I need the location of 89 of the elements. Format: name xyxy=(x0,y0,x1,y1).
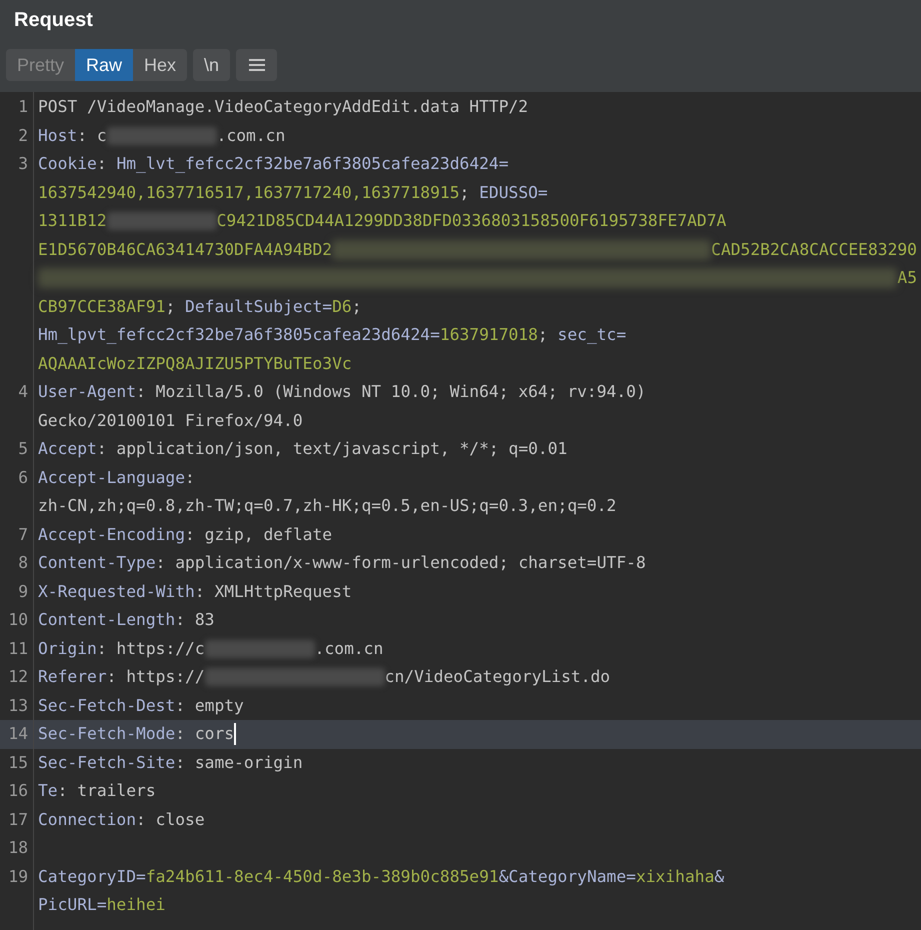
header-name: Connection xyxy=(38,808,136,831)
view-tab[interactable]: Raw xyxy=(75,49,134,81)
line-number: 11 xyxy=(8,638,28,658)
line-number: 1 xyxy=(18,97,28,116)
line-number: 18 xyxy=(8,838,28,857)
line-number: 13 xyxy=(8,696,28,714)
header-name: & xyxy=(714,866,724,888)
menu-icon xyxy=(248,59,265,71)
header-name: sec_tc= xyxy=(558,324,626,346)
param-value: A5 xyxy=(897,267,917,290)
header-name: User-Agent xyxy=(38,381,136,404)
code-text: .com.cn xyxy=(216,124,286,147)
line-number: 8 xyxy=(18,553,28,572)
line-number: 5 xyxy=(18,439,28,458)
header-name: Accept-Language xyxy=(38,466,186,489)
code-text: : application/json, text/javascript, */*; q=0.01 xyxy=(96,438,568,460)
line-number: 3 xyxy=(18,154,28,173)
code-text: : close xyxy=(136,808,205,831)
param-value: heihei xyxy=(106,894,166,916)
code-text: ; xyxy=(352,296,362,318)
param-value: CAD52B2CA8CACCEE83290 xyxy=(711,238,917,261)
code-text: : gzip, deflate xyxy=(185,524,332,546)
param-value: C9421D85CD44A1299DD38DFD0336803158500F6195738FE7AD7A xyxy=(216,210,726,232)
view-tab[interactable]: Hex xyxy=(133,49,188,81)
header-name: Cookie xyxy=(38,153,97,176)
menu-button[interactable] xyxy=(236,49,278,81)
param-value: 1637917018 xyxy=(440,324,538,346)
code-text: : Mozilla/5.0 (Windows NT 10.0; Win64; x64; rv:94.0) xyxy=(136,381,646,404)
code-text: ; xyxy=(165,296,176,318)
param-value: 1637542940,1637716517,1637717240,1637718915 xyxy=(38,182,460,204)
line-number: 17 xyxy=(8,810,28,828)
code-text: zh-CN,zh;q=0.8,zh-TW;q=0.7,zh-HK;q=0.5,en-US;q=0.3,en;q=0.2 xyxy=(38,495,616,518)
code-text: : https:// xyxy=(106,666,205,688)
header-name: Hm_lpvt_fefcc2cf32be7a6f3805cafea23d6424= xyxy=(38,324,440,346)
newline-toggle[interactable]: \n xyxy=(193,49,230,81)
line-number: 15 xyxy=(8,752,28,772)
header-name: Hm_lvt_fefcc2cf32be7a6f3805cafea23d6424= xyxy=(116,153,509,176)
header-name: Host xyxy=(38,124,78,147)
header-name: Origin xyxy=(38,638,97,660)
line-number: 9 xyxy=(18,582,28,600)
header-name: CategoryID= xyxy=(38,866,146,888)
header-name: Content-Type xyxy=(38,552,156,574)
panel-title: Request xyxy=(14,8,93,33)
line-number: 16 xyxy=(8,781,28,800)
header-name: Content-Length xyxy=(38,609,176,632)
header-name: PicURL= xyxy=(38,894,107,916)
code-text: ; xyxy=(538,324,549,346)
code-text: : cors xyxy=(175,723,234,746)
line-number: 19 xyxy=(8,866,28,886)
code-text: : XMLHttpRequest xyxy=(194,580,352,603)
header-name: Sec-Fetch-Site xyxy=(38,752,176,774)
code-text: : empty xyxy=(175,694,244,717)
line-number: 4 xyxy=(18,382,28,401)
line-number: 2 xyxy=(18,126,28,144)
header-name: X-Requested-With xyxy=(38,580,195,603)
line-number: 12 xyxy=(8,667,28,686)
code-text: ; xyxy=(460,182,470,204)
header-name: Accept-Encoding xyxy=(38,524,186,546)
header-name: Referer xyxy=(38,666,107,688)
code-text: .com.cn xyxy=(314,638,384,660)
param-value: xixihaha xyxy=(636,866,714,888)
code-text: : xyxy=(185,466,195,489)
header-name: &CategoryName= xyxy=(498,866,636,888)
header-name: EDUSSO= xyxy=(479,182,548,204)
code-text: : 83 xyxy=(175,609,214,632)
line-number: 6 xyxy=(18,468,28,486)
param-value: AQAAAIcWozIZPQ8AJIZU5PTYBuTEo3Vc xyxy=(38,352,352,375)
code-text: : c xyxy=(77,124,107,147)
line-number: 7 xyxy=(18,524,28,544)
code-text: : application/x-www-form-urlencoded; charset=UTF-8 xyxy=(156,552,646,574)
param-value: E1D5670B46CA63414730DFA4A94BD2 xyxy=(38,238,332,261)
header-name: DefaultSubject= xyxy=(185,296,332,318)
code-text: : trailers xyxy=(58,780,156,802)
header-name: Accept xyxy=(38,438,97,460)
param-value: fa24b611-8ec4-450d-8e3b-389b0c885e91 xyxy=(146,866,499,888)
code-text: : same-origin xyxy=(175,752,303,774)
line-number: 14 xyxy=(8,724,28,743)
param-value: CB97CCE38AF91 xyxy=(38,296,166,318)
code-text: cn/VideoCategoryList.do xyxy=(384,666,610,688)
param-value: D6 xyxy=(332,296,352,318)
header-name: Te xyxy=(38,780,58,802)
code-text: Gecko/20100101 Firefox/94.0 xyxy=(38,410,303,432)
code-text: : xyxy=(96,153,108,176)
line-number: 10 xyxy=(8,610,28,629)
code-text: POST /VideoManage.VideoCategoryAddEdit.data HTTP/2 xyxy=(38,96,528,118)
code-text: : https://c xyxy=(96,638,205,660)
param-value: 1311B12 xyxy=(38,210,107,232)
header-name: Sec-Fetch-Dest xyxy=(38,694,176,717)
header-name: Sec-Fetch-Mode xyxy=(38,723,176,746)
